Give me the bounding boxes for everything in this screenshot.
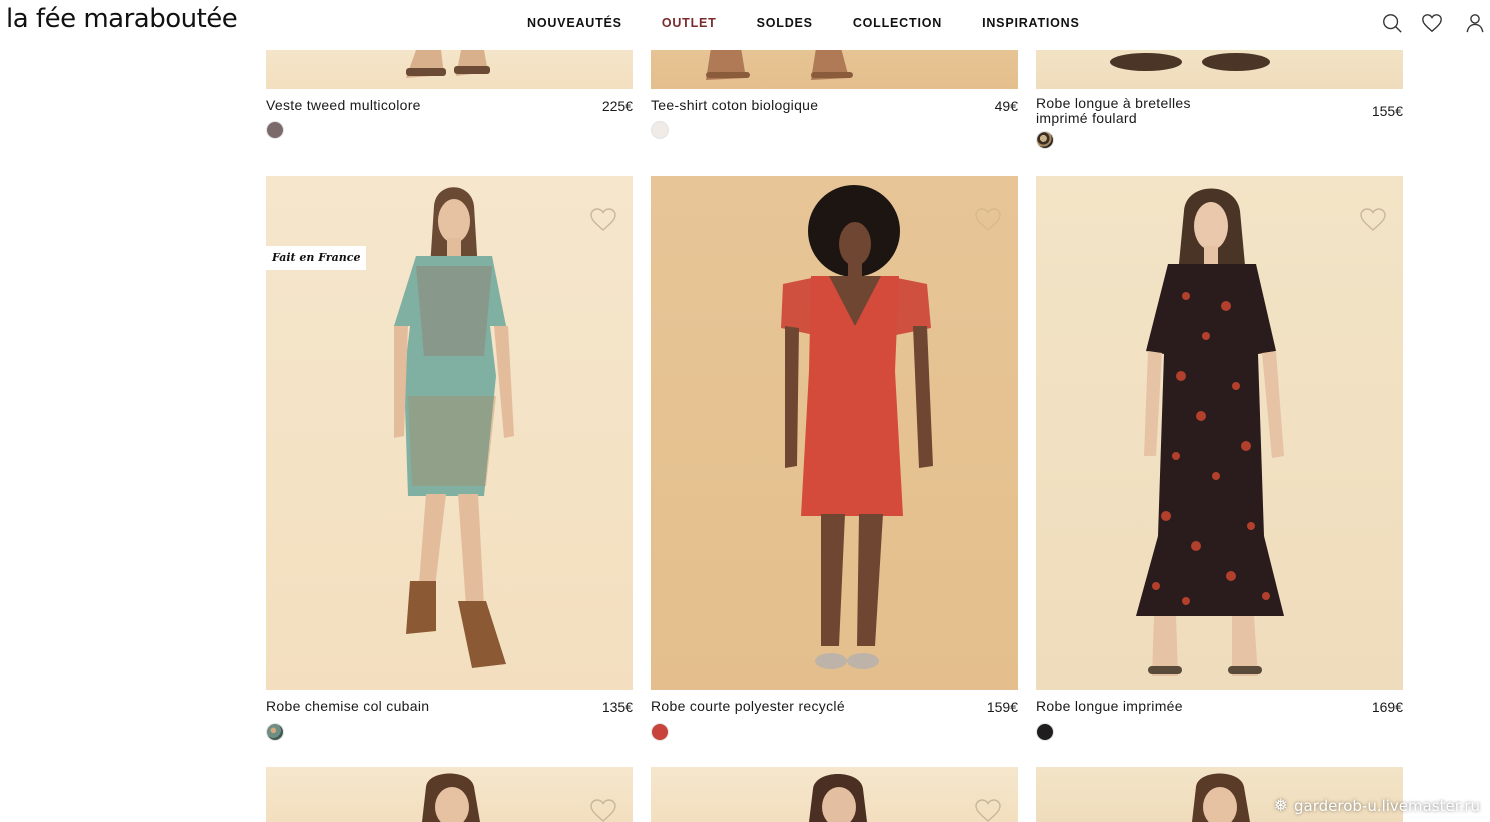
- nav-outlet[interactable]: OUTLET: [662, 16, 717, 30]
- product-price: 135€: [601, 699, 633, 715]
- heart-icon[interactable]: [1420, 10, 1444, 36]
- product-image[interactable]: [651, 176, 1018, 690]
- wishlist-heart-icon[interactable]: [589, 797, 617, 822]
- nav-soldes[interactable]: SOLDES: [757, 16, 813, 30]
- color-swatch[interactable]: [266, 723, 284, 741]
- nav-nouveautes[interactable]: NOUVEAUTÉS: [527, 16, 622, 30]
- product-name[interactable]: Tee-shirt coton biologique: [651, 98, 951, 113]
- color-swatch[interactable]: [651, 723, 669, 741]
- color-swatch[interactable]: [1036, 131, 1054, 149]
- product-name[interactable]: Robe courte polyester recyclé: [651, 699, 951, 714]
- wishlist-heart-icon[interactable]: [974, 797, 1002, 822]
- search-icon[interactable]: [1380, 10, 1404, 36]
- watermark: ❅ garderob-u.livemaster.ru: [1274, 796, 1480, 816]
- product-image[interactable]: [651, 767, 1018, 822]
- product-price: 169€: [1371, 699, 1403, 715]
- product-photo-model-head: [422, 773, 480, 822]
- site-header: la fée maraboutée NOUVEAUTÉS OUTLET SOLD…: [0, 0, 1490, 50]
- watermark-text: garderob-u.livemaster.ru: [1294, 797, 1480, 815]
- product-image[interactable]: [266, 767, 633, 822]
- product-name[interactable]: Robe chemise col cubain: [266, 699, 566, 714]
- main-nav: NOUVEAUTÉS OUTLET SOLDES COLLECTION INSP…: [527, 16, 1120, 30]
- wishlist-heart-icon[interactable]: [589, 206, 617, 232]
- made-in-france-badge: Fait en France: [266, 246, 367, 270]
- wishlist-heart-icon[interactable]: [974, 206, 1002, 232]
- user-icon[interactable]: [1460, 10, 1490, 36]
- product-name[interactable]: Veste tweed multicolore: [266, 98, 566, 113]
- nav-inspirations[interactable]: INSPIRATIONS: [982, 16, 1080, 30]
- product-image[interactable]: [1036, 176, 1403, 690]
- product-photo-red-dress: [781, 185, 933, 669]
- snowflake-icon: ❅: [1273, 796, 1288, 816]
- product-photo-long-printed-dress: [1136, 188, 1284, 676]
- product-price: 159€: [986, 699, 1018, 715]
- product-price: 225€: [601, 98, 633, 114]
- color-swatch[interactable]: [266, 121, 284, 139]
- nav-collection[interactable]: COLLECTION: [853, 16, 942, 30]
- wishlist-heart-icon[interactable]: [1359, 206, 1387, 232]
- product-photo-model-head: [809, 774, 867, 822]
- color-swatch[interactable]: [1036, 723, 1054, 741]
- product-name[interactable]: Robe longue imprimée: [1036, 699, 1336, 714]
- product-name[interactable]: Robe longue à bretelles imprimé foulard: [1036, 96, 1226, 126]
- product-price: 49€: [994, 98, 1018, 114]
- color-swatch[interactable]: [651, 121, 669, 139]
- product-price: 155€: [1371, 103, 1403, 119]
- site-logo[interactable]: la fée maraboutée: [6, 4, 238, 34]
- product-image[interactable]: Fait en France: [266, 176, 633, 690]
- header-icons: [1380, 10, 1490, 36]
